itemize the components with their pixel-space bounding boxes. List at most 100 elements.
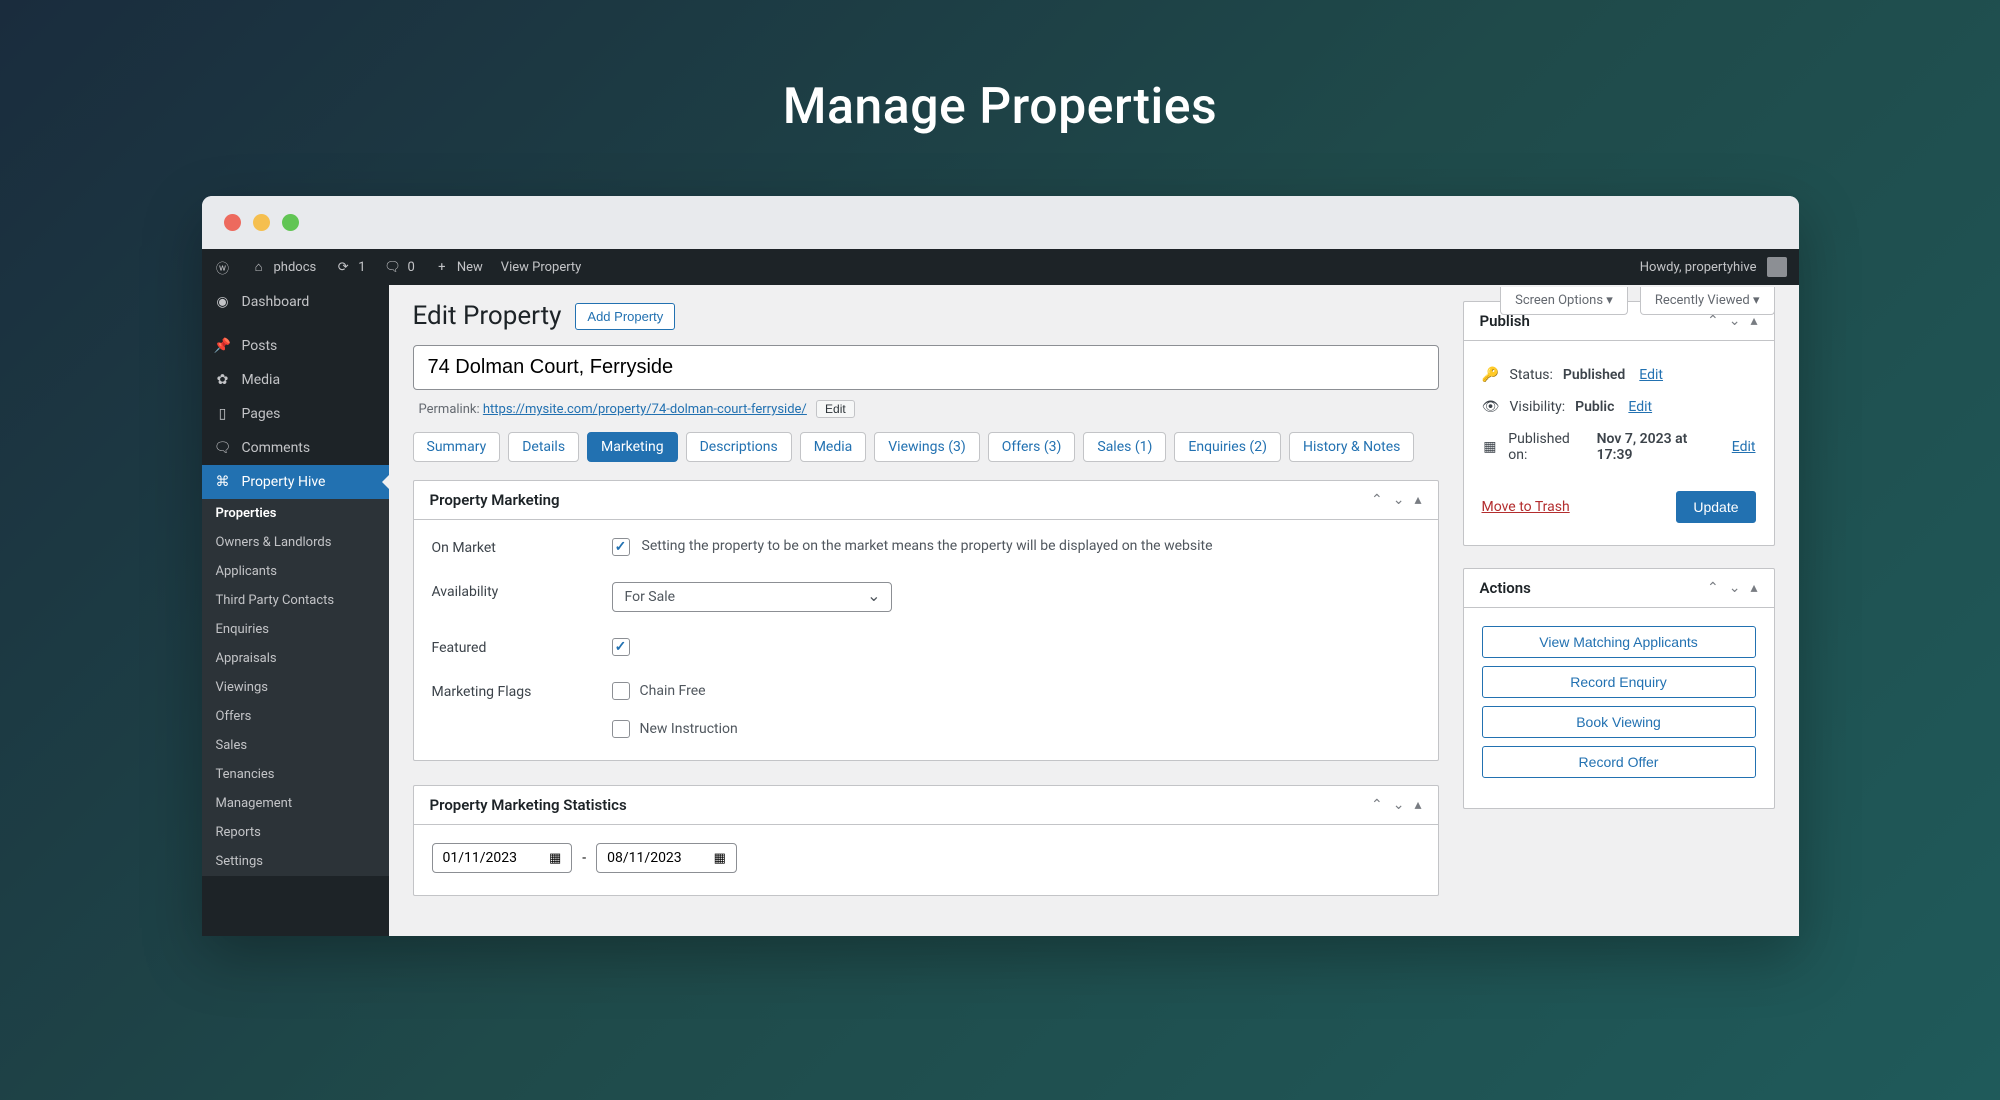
screen-options-label: Screen Options — [1515, 293, 1603, 308]
permalink-slug: 74-dolman-court-ferryside/ — [652, 402, 807, 417]
tab-offers[interactable]: Offers (3) — [988, 432, 1076, 462]
view-matching-button[interactable]: View Matching Applicants — [1482, 626, 1756, 658]
featured-label: Featured — [432, 638, 612, 656]
comment-icon: 🗨 — [384, 260, 402, 275]
howdy-text[interactable]: Howdy, propertyhive — [1640, 260, 1757, 275]
sidebar-item-media[interactable]: ✿Media — [202, 363, 389, 397]
collapse-icon[interactable]: ▴ — [1750, 313, 1757, 329]
property-title-input[interactable] — [413, 345, 1439, 390]
date-from-value: 01/11/2023 — [443, 850, 518, 866]
new-link[interactable]: +New — [433, 260, 483, 275]
tab-descriptions[interactable]: Descriptions — [686, 432, 792, 462]
sidebar-sub-management[interactable]: Management — [202, 789, 389, 818]
site-name-text: phdocs — [274, 260, 317, 275]
sidebar-sub-viewings[interactable]: Viewings — [202, 673, 389, 702]
status-value: Published — [1563, 367, 1625, 383]
on-market-checkbox[interactable] — [612, 538, 630, 556]
screen-options-tab[interactable]: Screen Options ▾ — [1500, 287, 1628, 315]
visibility-edit-link[interactable]: Edit — [1628, 399, 1652, 415]
sidebar-item-propertyhive[interactable]: ⌘Property Hive — [202, 465, 389, 499]
avatar[interactable] — [1767, 257, 1787, 277]
record-offer-button[interactable]: Record Offer — [1482, 746, 1756, 778]
move-down-icon[interactable]: ⌄ — [1393, 492, 1405, 508]
status-label: Status: — [1510, 367, 1553, 383]
book-viewing-button[interactable]: Book Viewing — [1482, 706, 1756, 738]
permalink-link[interactable]: https://mysite.com/property/74-dolman-co… — [483, 402, 807, 417]
sidebar-label: Property Hive — [242, 474, 326, 490]
new-instruction-checkbox[interactable] — [612, 720, 630, 738]
published-value: Nov 7, 2023 at 17:39 — [1597, 431, 1718, 463]
recently-viewed-label: Recently Viewed — [1655, 293, 1750, 308]
calendar-icon: ▦ — [1482, 439, 1499, 455]
move-to-trash-link[interactable]: Move to Trash — [1482, 499, 1570, 515]
sidebar-item-dashboard[interactable]: ◉Dashboard — [202, 285, 389, 319]
tab-details[interactable]: Details — [508, 432, 579, 462]
sidebar-label: Dashboard — [242, 294, 310, 310]
date-from-input[interactable]: 01/11/2023 ▦ — [432, 843, 573, 873]
sidebar-sub-properties[interactable]: Properties — [202, 499, 389, 528]
status-edit-link[interactable]: Edit — [1639, 367, 1663, 383]
collapse-icon[interactable]: ▴ — [1414, 797, 1421, 813]
sidebar-label: Pages — [242, 406, 281, 422]
published-label: Published on: — [1508, 431, 1586, 463]
move-up-icon[interactable]: ⌃ — [1371, 492, 1383, 508]
sidebar-label: Comments — [242, 440, 311, 456]
move-down-icon[interactable]: ⌄ — [1729, 580, 1741, 596]
date-to-input[interactable]: 08/11/2023 ▦ — [596, 843, 737, 873]
record-enquiry-button[interactable]: Record Enquiry — [1482, 666, 1756, 698]
chain-free-checkbox[interactable] — [612, 682, 630, 700]
add-property-button[interactable]: Add Property — [575, 303, 675, 330]
sidebar-sub-applicants[interactable]: Applicants — [202, 557, 389, 586]
collapse-icon[interactable]: ▴ — [1414, 492, 1421, 508]
site-name-link[interactable]: ⌂ phdocs — [250, 259, 317, 275]
key-icon: 🔑 — [1482, 367, 1500, 383]
tab-summary[interactable]: Summary — [413, 432, 501, 462]
sidebar-item-posts[interactable]: 📌Posts — [202, 329, 389, 363]
sidebar-sub-tenancies[interactable]: Tenancies — [202, 760, 389, 789]
stats-title: Property Marketing Statistics — [430, 796, 627, 814]
tab-marketing[interactable]: Marketing — [587, 432, 678, 462]
marketing-title: Property Marketing — [430, 491, 560, 509]
window-maximize-dot[interactable] — [282, 214, 299, 231]
sidebar-sub-enquiries[interactable]: Enquiries — [202, 615, 389, 644]
move-up-icon[interactable]: ⌃ — [1707, 580, 1719, 596]
admin-bar: ⓦ ⌂phdocs ⟳1 🗨0 +New View Property Howdy… — [202, 249, 1799, 285]
calendar-icon: ▦ — [714, 851, 726, 866]
sidebar-sub-appraisals[interactable]: Appraisals — [202, 644, 389, 673]
admin-sidebar: ◉Dashboard 📌Posts ✿Media ▯Pages 🗨Comment… — [202, 285, 389, 936]
published-edit-link[interactable]: Edit — [1732, 439, 1756, 455]
comments-count: 0 — [408, 260, 415, 275]
move-up-icon[interactable]: ⌃ — [1371, 797, 1383, 813]
home-icon: ⌂ — [250, 259, 268, 275]
tab-viewings[interactable]: Viewings (3) — [874, 432, 980, 462]
tab-history[interactable]: History & Notes — [1289, 432, 1414, 462]
sidebar-item-pages[interactable]: ▯Pages — [202, 397, 389, 431]
sidebar-sub-third-party[interactable]: Third Party Contacts — [202, 586, 389, 615]
tab-enquiries[interactable]: Enquiries (2) — [1174, 432, 1281, 462]
comments-link[interactable]: 🗨0 — [384, 260, 415, 275]
window-close-dot[interactable] — [224, 214, 241, 231]
featured-checkbox[interactable] — [612, 638, 630, 656]
view-property-link[interactable]: View Property — [501, 260, 582, 275]
updates-link[interactable]: ⟳1 — [334, 260, 365, 275]
tab-media[interactable]: Media — [800, 432, 867, 462]
move-up-icon[interactable]: ⌃ — [1707, 313, 1719, 329]
wp-logo[interactable]: ⓦ — [214, 258, 232, 277]
collapse-icon[interactable]: ▴ — [1750, 580, 1757, 596]
sidebar-sub-reports[interactable]: Reports — [202, 818, 389, 847]
availability-select[interactable]: For Sale — [612, 582, 892, 612]
sidebar-item-comments[interactable]: 🗨Comments — [202, 431, 389, 465]
chevron-down-icon: ▾ — [1606, 293, 1613, 308]
sidebar-sub-offers[interactable]: Offers — [202, 702, 389, 731]
browser-window: ⓦ ⌂phdocs ⟳1 🗨0 +New View Property Howdy… — [202, 196, 1799, 936]
window-minimize-dot[interactable] — [253, 214, 270, 231]
recently-viewed-tab[interactable]: Recently Viewed ▾ — [1640, 287, 1775, 315]
sidebar-sub-sales[interactable]: Sales — [202, 731, 389, 760]
sidebar-sub-owners[interactable]: Owners & Landlords — [202, 528, 389, 557]
sidebar-sub-settings[interactable]: Settings — [202, 847, 389, 876]
update-button[interactable]: Update — [1676, 491, 1755, 523]
tab-sales[interactable]: Sales (1) — [1083, 432, 1166, 462]
permalink-edit-button[interactable]: Edit — [816, 400, 855, 418]
move-down-icon[interactable]: ⌄ — [1729, 313, 1741, 329]
move-down-icon[interactable]: ⌄ — [1393, 797, 1405, 813]
